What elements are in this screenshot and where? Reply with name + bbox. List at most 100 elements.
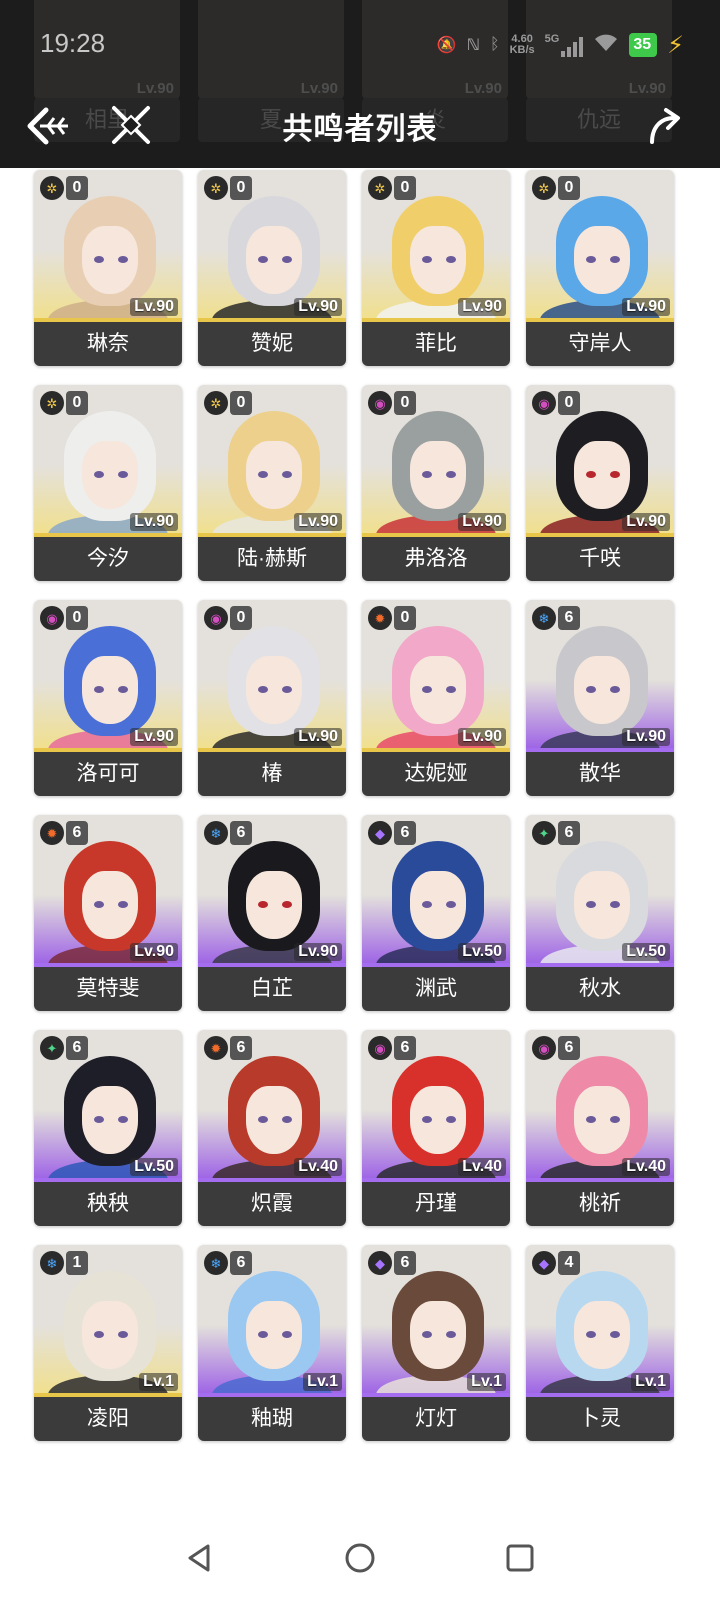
character-card[interactable]: ◉ 0 Lv.90 洛可可 <box>34 600 182 796</box>
level-label: Lv.90 <box>622 513 670 531</box>
electro-element-icon: ◆ <box>368 1251 392 1275</box>
face-shape <box>410 656 466 724</box>
level-label: Lv.1 <box>303 1373 342 1391</box>
spectro-element-icon: ✲ <box>204 391 228 415</box>
eye-shape <box>422 1331 432 1338</box>
aero-element-icon: ✦ <box>532 821 556 845</box>
character-name: 今汐 <box>34 537 182 581</box>
character-card[interactable]: ✲ 0 Lv.90 今汐 <box>34 385 182 581</box>
face-shape <box>82 1301 138 1369</box>
character-name: 菲比 <box>362 322 510 366</box>
level-label: Lv.90 <box>130 728 178 746</box>
eye-shape <box>586 471 596 478</box>
system-nav-bar <box>0 1516 720 1600</box>
eye-shape <box>586 256 596 263</box>
character-card[interactable]: ❄ 1 Lv.1 凌阳 <box>34 1245 182 1441</box>
share-button[interactable] <box>644 106 684 146</box>
background-card-level: Lv.90 <box>136 80 174 97</box>
sequence-badge: 6 <box>558 606 580 630</box>
eye-shape <box>258 256 268 263</box>
character-card[interactable]: ◉ 0 Lv.90 弗洛洛 <box>362 385 510 581</box>
character-card[interactable]: ✲ 0 Lv.90 赞妮 <box>198 170 346 366</box>
character-card[interactable]: ◉ 6 Lv.40 丹瑾 <box>362 1030 510 1226</box>
character-name: 灯灯 <box>362 1397 510 1441</box>
eye-shape <box>94 256 104 263</box>
fusion-element-icon: ✹ <box>368 606 392 630</box>
nav-back-button[interactable] <box>178 1536 222 1580</box>
eye-shape <box>282 686 292 693</box>
level-label: Lv.40 <box>294 1158 342 1176</box>
status-time: 19:28 <box>40 28 106 58</box>
character-card[interactable]: ◆ 6 Lv.1 灯灯 <box>362 1245 510 1441</box>
character-card[interactable]: ◉ 6 Lv.40 桃祈 <box>526 1030 674 1226</box>
glacio-element-icon: ❄ <box>40 1251 64 1275</box>
sequence-badge: 6 <box>66 821 88 845</box>
character-name: 桃祈 <box>526 1182 674 1226</box>
triangle-back-icon <box>188 1544 210 1572</box>
character-card[interactable]: ✹ 6 Lv.90 莫特斐 <box>34 815 182 1011</box>
fusion-element-icon: ✹ <box>40 821 64 845</box>
eye-shape <box>422 1116 432 1123</box>
eye-shape <box>94 901 104 908</box>
character-card[interactable]: ◆ 6 Lv.50 渊武 <box>362 815 510 1011</box>
eye-shape <box>94 1331 104 1338</box>
face-shape <box>246 656 302 724</box>
sequence-badge: 0 <box>558 391 580 415</box>
eye-shape <box>118 686 128 693</box>
level-label: Lv.1 <box>139 1373 178 1391</box>
eye-shape <box>258 471 268 478</box>
eye-shape <box>94 471 104 478</box>
character-card[interactable]: ✦ 6 Lv.50 秧秧 <box>34 1030 182 1226</box>
character-card[interactable]: ✲ 0 Lv.90 陆·赫斯 <box>198 385 346 581</box>
character-card[interactable]: ✲ 0 Lv.90 守岸人 <box>526 170 674 366</box>
spectro-element-icon: ✲ <box>40 176 64 200</box>
level-label: Lv.90 <box>294 513 342 531</box>
havoc-element-icon: ◉ <box>532 1036 556 1060</box>
battery-indicator: 35 <box>629 33 658 57</box>
character-card[interactable]: ✦ 6 Lv.50 秋水 <box>526 815 674 1011</box>
nav-home-button[interactable] <box>338 1536 382 1580</box>
character-card[interactable]: ❄ 6 Lv.1 釉瑚 <box>198 1245 346 1441</box>
fusion-element-icon: ✹ <box>204 1036 228 1060</box>
character-card[interactable]: ✹ 0 Lv.90 达妮娅 <box>362 600 510 796</box>
sequence-badge: 4 <box>558 1251 580 1275</box>
face-shape <box>410 441 466 509</box>
eye-shape <box>586 686 596 693</box>
level-label: Lv.90 <box>458 728 506 746</box>
eye-shape <box>118 1116 128 1123</box>
eye-shape <box>258 901 268 908</box>
eye-shape <box>258 1331 268 1338</box>
character-card[interactable]: ◆ 4 Lv.1 卜灵 <box>526 1245 674 1441</box>
character-card[interactable]: ❄ 6 Lv.90 白芷 <box>198 815 346 1011</box>
eye-shape <box>258 686 268 693</box>
character-name: 炽霞 <box>198 1182 346 1226</box>
spectro-element-icon: ✲ <box>368 176 392 200</box>
face-shape <box>246 1086 302 1154</box>
sequence-badge: 6 <box>394 1251 416 1275</box>
face-shape <box>574 441 630 509</box>
eye-shape <box>282 256 292 263</box>
level-label: Lv.50 <box>458 943 506 961</box>
level-label: Lv.90 <box>130 513 178 531</box>
nav-recents-button[interactable] <box>498 1536 542 1580</box>
character-name: 白芷 <box>198 967 346 1011</box>
sequence-badge: 0 <box>394 176 416 200</box>
character-card[interactable]: ✲ 0 Lv.90 琳奈 <box>34 170 182 366</box>
eye-shape <box>610 686 620 693</box>
network-type: 5G <box>544 33 560 45</box>
eye-shape <box>118 1331 128 1338</box>
character-card[interactable]: ◉ 0 Lv.90 椿 <box>198 600 346 796</box>
character-name: 赞妮 <box>198 322 346 366</box>
face-shape <box>246 1301 302 1369</box>
spectro-element-icon: ✲ <box>204 176 228 200</box>
character-card[interactable]: ❄ 6 Lv.90 散华 <box>526 600 674 796</box>
signal-icon <box>561 35 584 57</box>
glacio-element-icon: ❄ <box>204 1251 228 1275</box>
eye-shape <box>94 1116 104 1123</box>
network-speed: 4.60 KB/s <box>510 34 535 56</box>
character-card[interactable]: ✲ 0 Lv.90 菲比 <box>362 170 510 366</box>
character-card[interactable]: ✹ 6 Lv.40 炽霞 <box>198 1030 346 1226</box>
level-label: Lv.90 <box>294 943 342 961</box>
eye-shape <box>586 1331 596 1338</box>
character-card[interactable]: ◉ 0 Lv.90 千咲 <box>526 385 674 581</box>
